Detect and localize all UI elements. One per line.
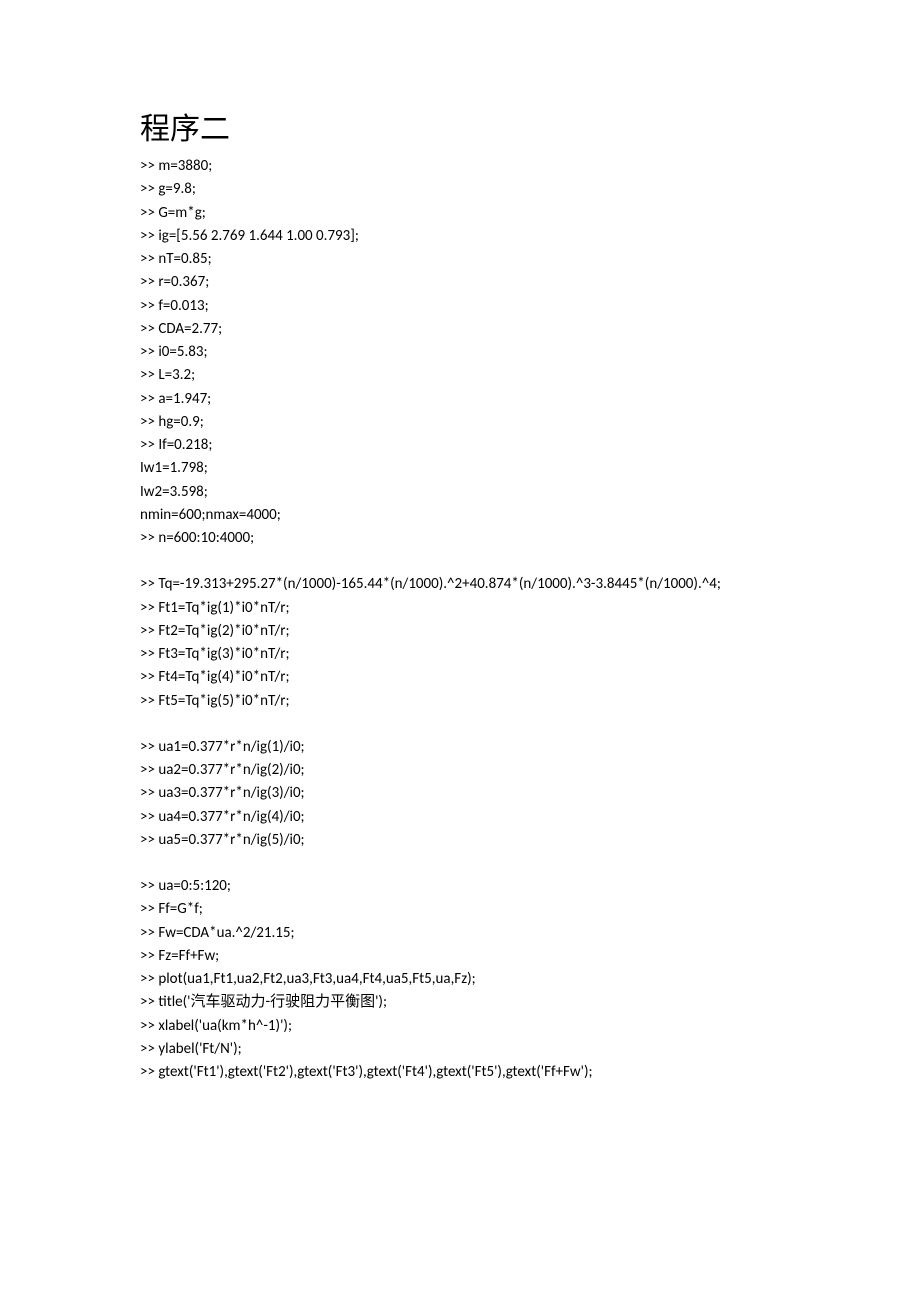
code-line: >> xlabel('ua(km*h^-1)');	[140, 1015, 780, 1038]
code-line: >> m=3880;	[140, 155, 780, 178]
code-line: >> ua2=0.377*r*n/ig(2)/i0;	[140, 759, 780, 782]
code-line: >> Ft2=Tq*ig(2)*i0*nT/r;	[140, 620, 780, 643]
code-line: >> gtext('Ft1'),gtext('Ft2'),gtext('Ft3'…	[140, 1061, 780, 1084]
code-line: >> g=9.8;	[140, 178, 780, 201]
code-line: >> G=m*g;	[140, 202, 780, 225]
code-line: >> f=0.013;	[140, 295, 780, 318]
code-line: >> a=1.947;	[140, 388, 780, 411]
code-line: >> CDA=2.77;	[140, 318, 780, 341]
blank-line	[140, 852, 780, 875]
code-line: nmin=600;nmax=4000;	[140, 504, 780, 527]
code-line: >> Ft3=Tq*ig(3)*i0*nT/r;	[140, 643, 780, 666]
code-line: Iw1=1.798;	[140, 457, 780, 480]
code-line: >> title('汽车驱动力-行驶阻力平衡图');	[140, 991, 780, 1014]
code-line: >> ylabel('Ft/N');	[140, 1038, 780, 1061]
blank-line	[140, 713, 780, 736]
code-line: >> ua1=0.377*r*n/ig(1)/i0;	[140, 736, 780, 759]
code-line: >> i0=5.83;	[140, 341, 780, 364]
code-line: >> Tq=-19.313+295.27*(n/1000)-165.44*(n/…	[140, 573, 780, 596]
document-page: 程序二 >> m=3880;>> g=9.8;>> G=m*g;>> ig=[5…	[0, 0, 920, 1144]
code-line: >> ua3=0.377*r*n/ig(3)/i0;	[140, 782, 780, 805]
code-line: >> r=0.367;	[140, 271, 780, 294]
code-line: >> Ff=G*f;	[140, 898, 780, 921]
code-block: >> m=3880;>> g=9.8;>> G=m*g;>> ig=[5.56 …	[140, 155, 780, 1084]
code-line: >> Ft4=Tq*ig(4)*i0*nT/r;	[140, 666, 780, 689]
code-line: >> ua=0:5:120;	[140, 875, 780, 898]
code-line: >> Fz=Ff+Fw;	[140, 945, 780, 968]
code-line: Iw2=3.598;	[140, 481, 780, 504]
code-line: >> If=0.218;	[140, 434, 780, 457]
code-line: >> plot(ua1,Ft1,ua2,Ft2,ua3,Ft3,ua4,Ft4,…	[140, 968, 780, 991]
code-line: >> Fw=CDA*ua.^2/21.15;	[140, 922, 780, 945]
code-line: >> L=3.2;	[140, 364, 780, 387]
code-line: >> Ft1=Tq*ig(1)*i0*nT/r;	[140, 597, 780, 620]
code-line: >> hg=0.9;	[140, 411, 780, 434]
code-line: >> ig=[5.56 2.769 1.644 1.00 0.793];	[140, 225, 780, 248]
code-line: >> Ft5=Tq*ig(5)*i0*nT/r;	[140, 690, 780, 713]
code-line: >> ua5=0.377*r*n/ig(5)/i0;	[140, 829, 780, 852]
code-line: >> nT=0.85;	[140, 248, 780, 271]
blank-line	[140, 550, 780, 573]
code-line: >> ua4=0.377*r*n/ig(4)/i0;	[140, 806, 780, 829]
code-line: >> n=600:10:4000;	[140, 527, 780, 550]
document-heading: 程序二	[140, 110, 780, 149]
